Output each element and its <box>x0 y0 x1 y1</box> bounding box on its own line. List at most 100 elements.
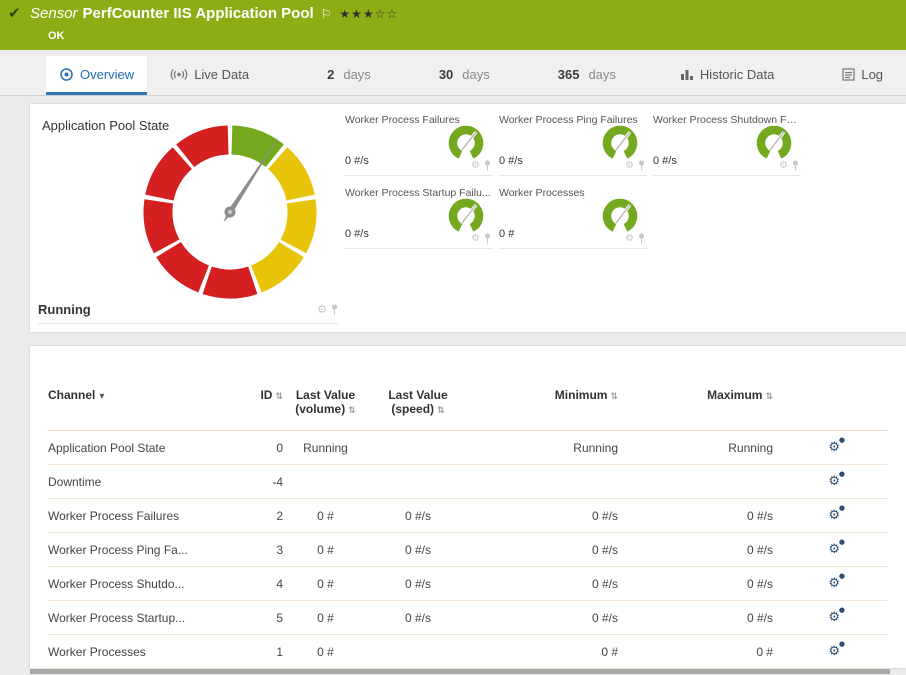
table-row: Worker Process Startup... 5 0 # 0 #/s 0 … <box>48 601 888 635</box>
pin-icon[interactable] <box>792 160 799 171</box>
mini-gauge-worker-process-ping-failures[interactable]: Worker Process Ping Failures 0 #/s ⚙ <box>499 112 647 176</box>
channel-name[interactable]: Worker Processes <box>48 635 233 669</box>
last-value-speed <box>368 635 468 669</box>
mini-gauge-value: 0 #/s <box>345 228 369 240</box>
channel-name[interactable]: Worker Process Failures <box>48 499 233 533</box>
horizontal-scrollbar[interactable] <box>30 669 890 674</box>
priority-stars[interactable]: ★★★☆☆ <box>339 7 398 21</box>
sort-icon: ⇅ <box>437 406 445 416</box>
channel-name[interactable]: Worker Process Ping Fa... <box>48 533 233 567</box>
sort-icon: ⇅ <box>610 392 618 402</box>
last-value-speed: 0 #/s <box>368 533 468 567</box>
mini-gauge-dial <box>599 123 641 163</box>
live-data-broadcast-icon <box>170 68 188 81</box>
tab-live-data-label: Live Data <box>194 67 249 82</box>
table-header-row: Channel▾ ID⇅ Last Value (volume)⇅ Last V… <box>48 376 888 431</box>
tab-2-days[interactable]: 2days <box>314 56 384 95</box>
sort-icon: ⇅ <box>275 392 283 402</box>
mini-gauge-value: 0 #/s <box>499 155 523 167</box>
last-value-speed <box>368 431 468 465</box>
overview-target-icon <box>59 67 74 82</box>
mini-gauge-worker-process-shutdown-failures[interactable]: Worker Process Shutdown Fa... 0 #/s ⚙ <box>653 112 801 176</box>
channel-id: 4 <box>233 567 283 601</box>
col-header-id[interactable]: ID⇅ <box>233 376 283 431</box>
historic-data-chart-icon <box>680 68 694 81</box>
tab-30-days-number: 30 <box>439 67 453 82</box>
tab-30-days[interactable]: 30 days <box>426 56 503 95</box>
minimum-value: 0 # <box>468 635 618 669</box>
flag-icon[interactable]: ⚐ <box>321 7 332 21</box>
tab-365-days-number: 365 <box>558 67 580 82</box>
minimum-value: 0 #/s <box>468 533 618 567</box>
maximum-value <box>618 465 773 499</box>
channel-id: -4 <box>233 465 283 499</box>
tab-30-days-word: days <box>462 67 489 82</box>
table-row: Worker Processes 1 0 # 0 # 0 # ⚙● <box>48 635 888 669</box>
minimum-value: 0 #/s <box>468 567 618 601</box>
tab-overview[interactable]: Overview <box>46 56 147 95</box>
channel-id: 5 <box>233 601 283 635</box>
maximum-value: 0 # <box>618 635 773 669</box>
pin-icon[interactable] <box>638 160 645 171</box>
col-header-settings <box>773 376 888 431</box>
tab-365-days[interactable]: 365days <box>545 56 629 95</box>
maximum-value: 0 #/s <box>618 601 773 635</box>
status-ok-check-icon: ✔ <box>8 4 21 22</box>
sensor-title-line: SensorPerfCounter IIS Application Pool⚐★… <box>30 5 398 22</box>
tile-gear-icon[interactable]: ⚙ <box>625 160 634 171</box>
maximum-value: 0 #/s <box>618 533 773 567</box>
minimum-value <box>468 465 618 499</box>
channel-name[interactable]: Worker Process Startup... <box>48 601 233 635</box>
table-row: Worker Process Failures 2 0 # 0 #/s 0 #/… <box>48 499 888 533</box>
tab-historic-data[interactable]: Historic Data <box>667 56 787 95</box>
tile-gear-icon[interactable]: ⚙ <box>471 233 480 244</box>
channel-id: 2 <box>233 499 283 533</box>
mini-gauge-dial <box>753 123 795 163</box>
channel-settings-gear-icon[interactable]: ⚙● <box>828 508 840 523</box>
application-pool-state-gauge[interactable] <box>130 112 330 312</box>
tab-log[interactable]: Log <box>829 56 896 95</box>
channel-id: 3 <box>233 533 283 567</box>
pin-icon[interactable] <box>331 304 338 315</box>
last-value-volume: Running <box>283 431 368 465</box>
col-header-channel[interactable]: Channel▾ <box>48 376 233 431</box>
table-row: Worker Process Shutdo... 4 0 # 0 #/s 0 #… <box>48 567 888 601</box>
channel-settings-gear-icon[interactable]: ⚙● <box>828 474 840 489</box>
minimum-value: 0 #/s <box>468 499 618 533</box>
tab-historic-data-label: Historic Data <box>700 67 774 82</box>
col-header-maximum[interactable]: Maximum⇅ <box>618 376 773 431</box>
col-header-last-value-speed[interactable]: Last Value (speed)⇅ <box>368 376 468 431</box>
channel-id: 0 <box>233 431 283 465</box>
col-header-minimum[interactable]: Minimum⇅ <box>468 376 618 431</box>
pin-icon[interactable] <box>484 233 491 244</box>
channel-settings-gear-icon[interactable]: ⚙● <box>828 576 840 591</box>
pin-icon[interactable] <box>638 233 645 244</box>
mini-gauge-dial <box>445 196 487 236</box>
last-value-speed: 0 #/s <box>368 601 468 635</box>
channel-name[interactable]: Worker Process Shutdo... <box>48 567 233 601</box>
channel-settings-gear-icon[interactable]: ⚙● <box>828 610 840 625</box>
channel-settings-gear-icon[interactable]: ⚙● <box>828 542 840 557</box>
table-row: Application Pool State 0 Running Running… <box>48 431 888 465</box>
tile-gear-icon[interactable]: ⚙ <box>471 160 480 171</box>
table-row: Downtime -4 ⚙● <box>48 465 888 499</box>
channel-settings-gear-icon[interactable]: ⚙● <box>828 644 840 659</box>
mini-gauge-worker-process-startup-failures[interactable]: Worker Process Startup Failu... 0 #/s ⚙ <box>345 185 493 249</box>
channel-name[interactable]: Downtime <box>48 465 233 499</box>
gauge-settings-gear-icon[interactable]: ⚙ <box>317 303 327 316</box>
channel-settings-gear-icon[interactable]: ⚙● <box>828 440 840 455</box>
mini-gauge-worker-processes[interactable]: Worker Processes 0 # ⚙ <box>499 185 647 249</box>
tab-live-data[interactable]: Live Data <box>157 56 262 95</box>
last-value-volume: 0 # <box>283 601 368 635</box>
overview-gauges-panel: Application Pool State Running ⚙ Worker … <box>30 104 906 332</box>
channel-name[interactable]: Application Pool State <box>48 431 233 465</box>
tile-gear-icon[interactable]: ⚙ <box>779 160 788 171</box>
channel-table-panel: Channel▾ ID⇅ Last Value (volume)⇅ Last V… <box>30 346 906 668</box>
channel-id: 1 <box>233 635 283 669</box>
mini-gauge-value: 0 #/s <box>345 155 369 167</box>
col-header-last-value-volume[interactable]: Last Value (volume)⇅ <box>283 376 368 431</box>
tab-overview-label: Overview <box>80 67 134 82</box>
mini-gauge-worker-process-failures[interactable]: Worker Process Failures 0 #/s ⚙ <box>345 112 493 176</box>
tile-gear-icon[interactable]: ⚙ <box>625 233 634 244</box>
pin-icon[interactable] <box>484 160 491 171</box>
